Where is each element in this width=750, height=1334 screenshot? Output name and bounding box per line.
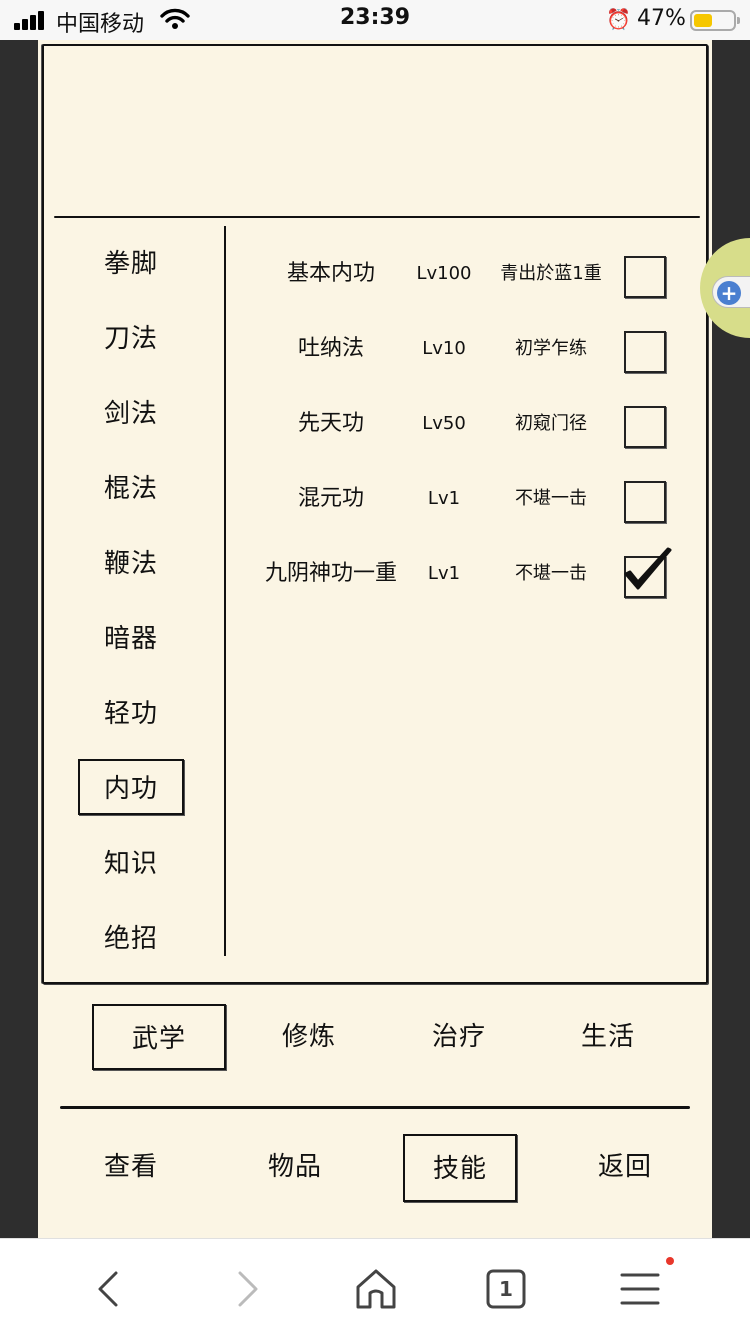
category-item-daofa[interactable]: 刀法 (78, 311, 184, 367)
skill-level: Lv1 (427, 563, 461, 584)
tab-shenghuo[interactable]: 生活 (541, 1004, 675, 1070)
forward-icon[interactable] (222, 1265, 270, 1313)
menu-icon[interactable] (616, 1265, 664, 1313)
battery-percent: 47% (637, 6, 686, 31)
notification-dot (666, 1257, 674, 1265)
nav-chakan-button[interactable]: 查看 (74, 1134, 188, 1202)
category-item-qinggong[interactable]: 轻功 (78, 686, 184, 742)
skill-checkbox[interactable] (624, 481, 666, 523)
skill-level: Lv50 (422, 413, 466, 434)
category-item-jianfa[interactable]: 剑法 (78, 386, 184, 442)
skill-name: 基本内功 (286, 261, 375, 286)
panel-divider (54, 216, 700, 218)
skill-row: 先天功 Lv50 初窥门径 (226, 394, 700, 454)
skill-rank: 初窥门径 (515, 413, 587, 434)
category-item-juezhao[interactable]: 绝招 (78, 911, 184, 967)
back-icon[interactable] (86, 1265, 134, 1313)
nav-divider (60, 1106, 690, 1109)
skill-rank: 初学乍练 (515, 338, 587, 359)
skill-row: 九阴神功一重 Lv1 不堪一击 (226, 544, 700, 604)
battery-icon (690, 10, 740, 31)
skill-level: Lv100 (416, 263, 472, 284)
alarm-icon: ⏰ (606, 7, 631, 31)
skill-checkbox[interactable] (624, 331, 666, 373)
checkmark-icon (624, 547, 672, 590)
skill-rank: 青出於蓝1重 (500, 263, 602, 284)
tab-wuxue[interactable]: 武学 (92, 1004, 226, 1070)
category-item-neigong[interactable]: 内功 (78, 759, 184, 815)
skill-name: 混元功 (297, 486, 364, 511)
skill-checkbox[interactable] (624, 256, 666, 298)
category-item-gunfa[interactable]: 棍法 (78, 461, 184, 517)
gamepad-icon: + (712, 276, 750, 308)
status-bar: 中国移动 23:39 ⏰ 47% (0, 0, 750, 40)
skill-name: 九阴神功一重 (264, 561, 397, 586)
tab-count: 1 (499, 1277, 513, 1301)
skill-row: 基本内功 Lv100 青出於蓝1重 (226, 244, 700, 304)
skill-name: 先天功 (297, 411, 364, 436)
category-item-quanjiao[interactable]: 拳脚 (78, 236, 184, 292)
skill-checkbox[interactable] (624, 547, 672, 598)
home-icon[interactable] (352, 1265, 400, 1313)
tab-xiulian[interactable]: 修炼 (242, 1004, 376, 1070)
tab-zhiliao[interactable]: 治疗 (392, 1004, 526, 1070)
nav-fanhui-button[interactable]: 返回 (568, 1134, 682, 1202)
skill-row: 吐纳法 Lv10 初学乍练 (226, 319, 700, 379)
category-item-bianfa[interactable]: 鞭法 (78, 536, 184, 592)
skill-name: 吐纳法 (297, 336, 364, 361)
category-item-anqi[interactable]: 暗器 (78, 611, 184, 667)
browser-toolbar: 1 (0, 1238, 750, 1334)
nav-jineng-button[interactable]: 技能 (403, 1134, 517, 1202)
tabs-icon[interactable]: 1 (482, 1265, 530, 1313)
skill-level: Lv1 (427, 488, 461, 509)
skill-row: 混元功 Lv1 不堪一击 (226, 469, 700, 529)
skill-rank: 不堪一击 (515, 563, 587, 584)
category-item-zhishi[interactable]: 知识 (78, 836, 184, 892)
skill-checkbox[interactable] (624, 406, 666, 448)
skill-rank: 不堪一击 (515, 488, 587, 509)
skill-level: Lv10 (422, 338, 466, 359)
section-tabs: 武学 修炼 治疗 生活 (38, 1000, 712, 1080)
nav-wupin-button[interactable]: 物品 (238, 1134, 352, 1202)
